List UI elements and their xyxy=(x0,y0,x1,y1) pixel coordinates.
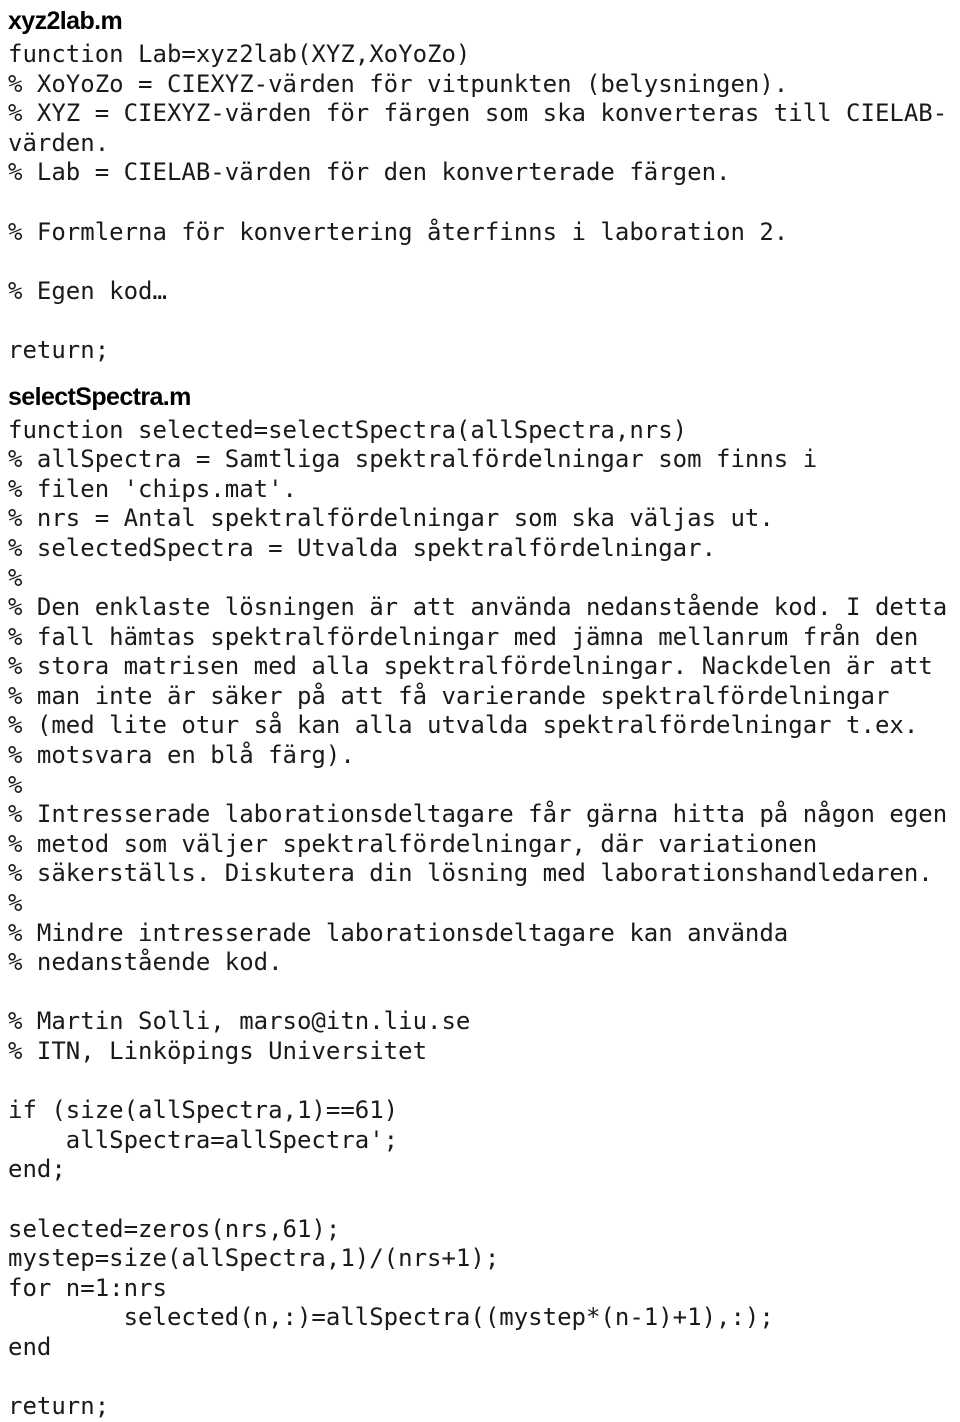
code-line: % xyxy=(8,563,23,592)
code-line: % xyxy=(8,770,23,799)
code-line: % fall hämtas spektralfördelningar med j… xyxy=(8,622,919,651)
code-line: allSpectra=allSpectra'; xyxy=(8,1125,399,1154)
code-line: % Lab = CIELAB-värden för den konvertera… xyxy=(8,158,731,187)
section-selectspectra: selectSpectra.m function selected=select… xyxy=(8,382,960,1422)
code-line: function selected=selectSpectra(allSpect… xyxy=(8,415,688,444)
code-line: % Den enklaste lösningen är att använda … xyxy=(8,593,948,622)
document-page: xyz2lab.m function Lab=xyz2lab(XYZ,XoYoZ… xyxy=(0,0,960,1420)
code-line: % Mindre intresserade laborationsdeltaga… xyxy=(8,918,789,947)
code-line: % (med lite otur så kan alla utvalda spe… xyxy=(8,711,919,740)
code-line: värden. xyxy=(8,128,110,157)
file-heading-selectspectra: selectSpectra.m xyxy=(8,382,191,411)
code-line: % Formlerna för konvertering återfinns i… xyxy=(8,217,789,246)
code-line: % XoYoZo = CIEXYZ-värden för vitpunkten … xyxy=(8,69,789,98)
code-line: % Intresserade laborationsdeltagare får … xyxy=(8,800,948,829)
code-line: mystep=size(allSpectra,1)/(nrs+1); xyxy=(8,1244,500,1273)
code-line: end xyxy=(8,1332,52,1361)
code-line: % stora matrisen med alla spektralfördel… xyxy=(8,652,933,681)
code-line: selected=zeros(nrs,61); xyxy=(8,1214,341,1243)
code-line: % xyxy=(8,889,23,918)
code-line: % XYZ = CIEXYZ-värden för färgen som ska… xyxy=(8,99,948,128)
code-block-selectspectra: function selected=selectSpectra(allSpect… xyxy=(8,416,960,1422)
code-line: % Egen kod… xyxy=(8,276,167,305)
code-line: % Martin Solli, marso@itn.liu.se xyxy=(8,1007,471,1036)
code-line: selected(n,:)=allSpectra((mystep*(n-1)+1… xyxy=(8,1303,774,1332)
code-line: if (size(allSpectra,1)==61) xyxy=(8,1096,399,1125)
code-line: % man inte är säker på att få varierande… xyxy=(8,681,890,710)
code-line: % filen 'chips.mat'. xyxy=(8,474,297,503)
code-line: for n=1:nrs xyxy=(8,1273,167,1302)
code-line: % säkerställs. Diskutera din lösning med… xyxy=(8,859,933,888)
section-xyz2lab: xyz2lab.m function Lab=xyz2lab(XYZ,XoYoZ… xyxy=(8,6,960,366)
code-line: % metod som väljer spektralfördelningar,… xyxy=(8,829,818,858)
code-line: % motsvara en blå färg). xyxy=(8,741,355,770)
code-line: % nedanstående kod. xyxy=(8,948,283,977)
document-content: xyz2lab.m function Lab=xyz2lab(XYZ,XoYoZ… xyxy=(0,0,960,1422)
code-line: % selectedSpectra = Utvalda spektralförd… xyxy=(8,533,717,562)
code-line: return; xyxy=(8,335,110,364)
code-line: % nrs = Antal spektralfördelningar som s… xyxy=(8,504,774,533)
code-line: function Lab=xyz2lab(XYZ,XoYoZo) xyxy=(8,40,471,68)
code-line: end; xyxy=(8,1155,66,1184)
code-block-xyz2lab: function Lab=xyz2lab(XYZ,XoYoZo)% XoYoZo… xyxy=(8,40,960,366)
code-line: return; xyxy=(8,1392,110,1421)
file-heading-xyz2lab: xyz2lab.m xyxy=(8,7,123,35)
code-line: % ITN, Linköpings Universitet xyxy=(8,1037,428,1065)
code-line: % allSpectra = Samtliga spektralfördelni… xyxy=(8,445,818,474)
